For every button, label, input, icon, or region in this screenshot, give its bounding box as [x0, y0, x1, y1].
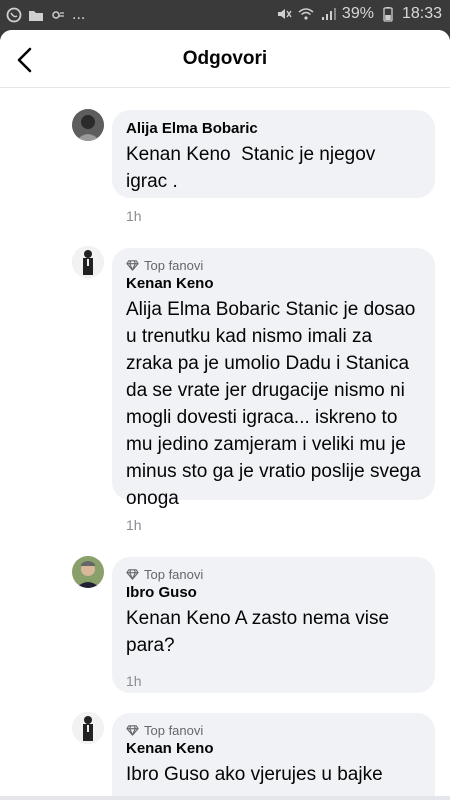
battery-percent: 39%: [341, 5, 374, 22]
status-bar: ... 39% 18:33: [0, 0, 450, 30]
badge-label: Top fanovi: [144, 567, 204, 582]
weather-icon: [50, 7, 66, 23]
page-title: Odgovori: [182, 48, 268, 69]
comment-time[interactable]: 1h: [126, 517, 142, 533]
comment-bubble[interactable]: Alija Elma Bobaric Kenan Keno Stanic je …: [112, 110, 435, 198]
comment-bubble[interactable]: Top fanovi Kenan Keno Alija Elma Bobaric…: [112, 248, 435, 509]
viber-icon: [6, 7, 22, 23]
status-dots: ...: [72, 6, 86, 23]
comment-author[interactable]: Kenan Keno: [126, 740, 421, 757]
comment-author[interactable]: Kenan Keno: [126, 275, 421, 292]
comment-text: Ibro Guso ako vjerujes u bajke: [126, 764, 383, 785]
comment-time[interactable]: 1h: [126, 673, 142, 689]
top-fan-badge: Top fanovi: [126, 723, 421, 738]
diamond-icon: [126, 569, 139, 580]
diamond-icon: [126, 260, 139, 271]
status-right: 39% 18:33: [276, 5, 442, 23]
bottom-divider: [0, 796, 450, 800]
comment-text: Kenan Keno Stanic je njegov igrac .: [126, 144, 381, 192]
badge-label: Top fanovi: [144, 258, 204, 273]
comment-text: Kenan Keno A zasto nema vise para?: [126, 608, 395, 656]
comment-author[interactable]: Ibro Guso: [126, 584, 421, 601]
top-fan-badge: Top fanovi: [126, 258, 421, 273]
comment-author[interactable]: Alija Elma Bobaric: [126, 120, 421, 137]
clock: 18:33: [401, 5, 442, 22]
comment-bubble[interactable]: Top fanovi Ibro Guso Kenan Keno A zasto …: [112, 557, 435, 693]
avatar[interactable]: [72, 712, 104, 744]
comment-time[interactable]: 1h: [126, 208, 142, 224]
badge-label: Top fanovi: [144, 723, 204, 738]
battery-icon: [380, 6, 396, 22]
replies-sheet: Odgovori Alija Elma Bobaric Kenan Keno S…: [0, 30, 450, 800]
comment-bubble[interactable]: Top fanovi Kenan Keno Ibro Guso ako vjer…: [112, 713, 435, 800]
diamond-icon: [126, 725, 139, 736]
header: Odgovori: [0, 30, 450, 88]
comment-text: Alija Elma Bobaric Stanic je dosao u tre…: [126, 299, 426, 509]
avatar[interactable]: [72, 556, 104, 588]
status-left: ...: [6, 6, 85, 24]
avatar[interactable]: [72, 109, 104, 141]
avatar[interactable]: [72, 246, 104, 278]
mute-icon: [276, 6, 292, 22]
folder-icon: [28, 7, 44, 23]
signal-icon: [320, 6, 336, 22]
top-fan-badge: Top fanovi: [126, 567, 421, 582]
wifi-icon: [298, 6, 314, 22]
